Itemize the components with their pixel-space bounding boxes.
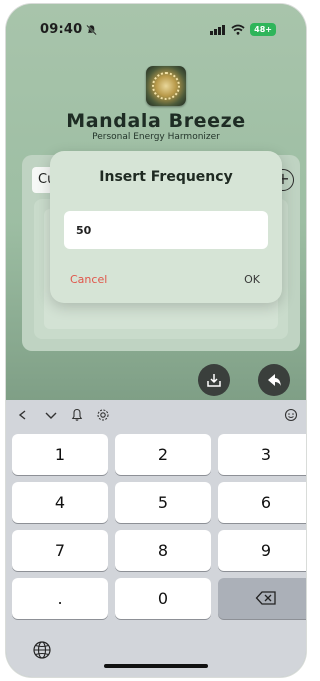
keyboard-toolbar (6, 400, 306, 430)
key-4[interactable]: 4 (12, 482, 108, 523)
phone-screen: 09:40 48+ Mandala Breeze Personal Energy (6, 4, 306, 677)
download-button[interactable] (198, 364, 230, 396)
signal-icon (210, 25, 226, 35)
gear-icon[interactable] (96, 408, 110, 422)
status-time: 09:40 (40, 22, 83, 37)
key-0[interactable]: 0 (115, 578, 211, 619)
chevron-down-icon[interactable] (44, 408, 58, 422)
wifi-icon (231, 24, 245, 35)
dialog-title: Insert Frequency (99, 169, 233, 185)
key-3[interactable]: 3 (218, 434, 306, 475)
left-arrow-icon[interactable] (16, 408, 30, 422)
backspace-key[interactable] (218, 578, 306, 619)
frequency-input[interactable] (64, 211, 268, 249)
backspace-icon (255, 591, 276, 605)
mandala-icon (152, 72, 180, 100)
key-6[interactable]: 6 (218, 482, 306, 523)
key-5[interactable]: 5 (115, 482, 211, 523)
key-2[interactable]: 2 (115, 434, 211, 475)
emoji-icon[interactable] (284, 408, 298, 422)
ok-button[interactable]: OK (244, 273, 260, 286)
key-decimal[interactable]: . (12, 578, 108, 619)
app-title: Mandala Breeze (66, 110, 246, 132)
download-icon (207, 374, 221, 387)
bell-silent-icon (86, 24, 97, 36)
bell-icon[interactable] (70, 408, 84, 422)
key-1[interactable]: 1 (12, 434, 108, 475)
key-7[interactable]: 7 (12, 530, 108, 571)
status-icons: 48+ (210, 23, 276, 36)
app-logo (146, 66, 186, 106)
insert-frequency-dialog: Insert Frequency Cancel OK (50, 151, 282, 303)
globe-icon[interactable] (32, 640, 52, 660)
share-icon (268, 374, 281, 386)
key-8[interactable]: 8 (115, 530, 211, 571)
cancel-button[interactable]: Cancel (70, 273, 107, 286)
share-button[interactable] (258, 364, 290, 396)
key-9[interactable]: 9 (218, 530, 306, 571)
status-bar: 09:40 48+ (40, 22, 276, 40)
home-indicator (104, 664, 208, 668)
numeric-keyboard: 1 2 3 4 5 6 7 8 9 . 0 (6, 400, 306, 677)
battery-badge: 48+ (250, 23, 276, 36)
app-subtitle: Personal Energy Harmonizer (92, 132, 220, 142)
